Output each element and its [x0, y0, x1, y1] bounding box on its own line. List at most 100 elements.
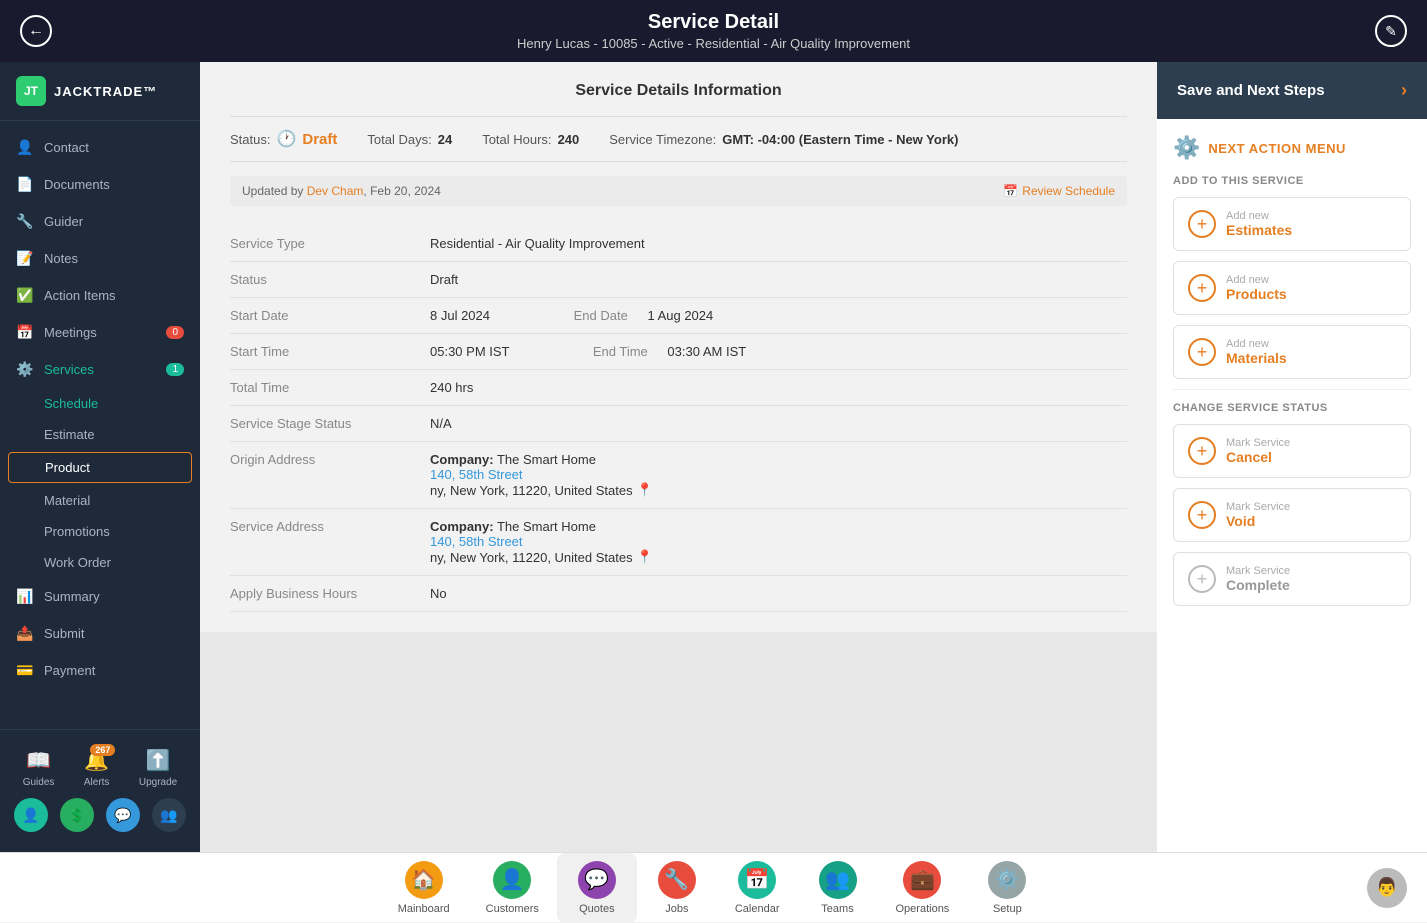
- sidebar-item-services[interactable]: ⚙️ Services 1: [0, 351, 200, 388]
- next-action-section: ⚙️ NEXT ACTION MENU ADD TO THIS SERVICE …: [1157, 119, 1427, 632]
- detail-row-service-type: Service Type Residential - Air Quality I…: [230, 226, 1127, 262]
- mark-complete-name: Complete: [1226, 577, 1290, 593]
- upgrade-icon: ⬆️: [146, 748, 171, 773]
- add-products-card[interactable]: + Add new Products: [1173, 261, 1411, 315]
- payment-icon: 💳: [16, 662, 34, 679]
- tab-jobs[interactable]: 🔧 Jobs: [637, 853, 717, 923]
- save-next-button[interactable]: Save and Next Steps ›: [1157, 62, 1427, 119]
- add-to-service-label: ADD TO THIS SERVICE: [1173, 175, 1411, 187]
- next-action-header: ⚙️ NEXT ACTION MENU: [1173, 135, 1411, 161]
- origin-street: 140, 58th Street: [430, 467, 1127, 482]
- change-status-label: CHANGE SERVICE STATUS: [1173, 402, 1411, 414]
- mark-void-card[interactable]: + Mark Service Void: [1173, 488, 1411, 542]
- chevron-right-icon: ›: [1401, 80, 1407, 101]
- detail-row-service-address: Service Address Company: The Smart Home …: [230, 509, 1127, 576]
- updated-by-link[interactable]: Dev Cham: [307, 184, 364, 198]
- svc-company-name: The Smart Home: [497, 519, 596, 534]
- sidebar-item-contact[interactable]: 👤 Contact: [0, 129, 200, 166]
- sidebar-item-action-items[interactable]: ✅ Action Items: [0, 277, 200, 314]
- sidebar: JT JACKTRADE™ 👤 Contact 📄 Documents 🔧 Gu…: [0, 62, 200, 852]
- mark-complete-plus-icon: +: [1188, 565, 1216, 593]
- calendar-icon-wrap: 📅: [738, 861, 776, 899]
- add-materials-name: Materials: [1226, 350, 1287, 366]
- sidebar-logo: JT JACKTRADE™: [0, 62, 200, 121]
- avatar-chat[interactable]: 💬: [106, 798, 140, 832]
- services-badge: 1: [166, 363, 184, 376]
- logo-text: JACKTRADE™: [54, 84, 157, 99]
- tab-mainboard[interactable]: 🏠 Mainboard: [380, 853, 468, 923]
- status-item-hours: Total Hours: 240: [482, 132, 579, 147]
- tab-setup[interactable]: ⚙️ Setup: [967, 853, 1047, 923]
- end-time-value: 03:30 AM IST: [667, 344, 746, 359]
- sidebar-item-meetings[interactable]: 📅 Meetings 0: [0, 314, 200, 351]
- sidebar-sub-work-order[interactable]: Work Order: [0, 547, 200, 578]
- footer-upgrade[interactable]: ⬆️ Upgrade: [139, 748, 177, 788]
- operations-icon-wrap: 💼: [903, 861, 941, 899]
- tab-customers[interactable]: 👤 Customers: [468, 853, 557, 923]
- svc-map-pin: 📍: [637, 549, 653, 565]
- add-estimates-name: Estimates: [1226, 222, 1292, 238]
- quotes-icon-wrap: 💬: [578, 861, 616, 899]
- origin-company-label: Company:: [430, 452, 494, 467]
- page-title-block: Service Detail Henry Lucas - 10085 - Act…: [517, 11, 910, 51]
- sidebar-item-documents[interactable]: 📄 Documents: [0, 166, 200, 203]
- mark-void-plus-icon: +: [1188, 501, 1216, 529]
- sidebar-item-submit[interactable]: 📤 Submit: [0, 615, 200, 652]
- avatar-dollar[interactable]: 💲: [60, 798, 94, 832]
- sidebar-sub-promotions[interactable]: Promotions: [0, 516, 200, 547]
- add-estimates-card[interactable]: + Add new Estimates: [1173, 197, 1411, 251]
- status-value: Draft: [302, 131, 337, 148]
- sidebar-sub-schedule[interactable]: Schedule: [0, 388, 200, 419]
- card-title: Service Details Information: [230, 82, 1127, 100]
- svc-street: 140, 58th Street: [430, 534, 1127, 549]
- meetings-badge: 0: [166, 326, 184, 339]
- guides-icon: 📖: [26, 748, 51, 773]
- sidebar-item-guider[interactable]: 🔧 Guider: [0, 203, 200, 240]
- add-estimates-label: Add new: [1226, 210, 1292, 222]
- total-hours-value: 240: [558, 132, 580, 147]
- user-avatar[interactable]: 👨: [1367, 868, 1407, 908]
- review-schedule-link[interactable]: 📅 Review Schedule: [1003, 184, 1115, 198]
- submit-icon: 📤: [16, 625, 34, 642]
- mark-cancel-label: Mark Service: [1226, 437, 1290, 449]
- tab-operations[interactable]: 💼 Operations: [878, 853, 968, 923]
- sidebar-item-summary[interactable]: 📊 Summary: [0, 578, 200, 615]
- sidebar-item-payment[interactable]: 💳 Payment: [0, 652, 200, 689]
- stage-status-value: N/A: [430, 416, 1127, 431]
- sidebar-bottom: 📖 Guides 🔔 267 Alerts ⬆️ Upgrade 👤 💲 💬 👥: [0, 729, 200, 852]
- mark-void-label: Mark Service: [1226, 501, 1290, 513]
- add-estimates-plus-icon: +: [1188, 210, 1216, 238]
- edit-button[interactable]: ✎: [1375, 15, 1407, 47]
- avatar-group[interactable]: 👥: [152, 798, 186, 832]
- footer-guides[interactable]: 📖 Guides: [23, 748, 55, 788]
- add-materials-card[interactable]: + Add new Materials: [1173, 325, 1411, 379]
- back-button[interactable]: ←: [20, 15, 52, 47]
- tab-quotes[interactable]: 💬 Quotes: [557, 853, 637, 923]
- detail-row-business-hours: Apply Business Hours No: [230, 576, 1127, 612]
- content-area: Service Details Information Status: 🕐 Dr…: [200, 62, 1157, 852]
- footer-alerts[interactable]: 🔔 267 Alerts: [84, 748, 110, 788]
- status-field-value: Draft: [430, 272, 1127, 287]
- tab-calendar[interactable]: 📅 Calendar: [717, 853, 798, 923]
- mark-cancel-card[interactable]: + Mark Service Cancel: [1173, 424, 1411, 478]
- add-materials-plus-icon: +: [1188, 338, 1216, 366]
- sidebar-sub-material[interactable]: Material: [0, 485, 200, 516]
- sidebar-sub-estimate[interactable]: Estimate: [0, 419, 200, 450]
- mark-complete-card[interactable]: + Mark Service Complete: [1173, 552, 1411, 606]
- tab-teams[interactable]: 👥 Teams: [798, 853, 878, 923]
- business-hours-value: No: [430, 586, 1127, 601]
- mark-cancel-name: Cancel: [1226, 449, 1290, 465]
- avatar-person[interactable]: 👤: [14, 798, 48, 832]
- start-time-value: 05:30 PM IST: [430, 344, 509, 359]
- origin-company-name: The Smart Home: [497, 452, 596, 467]
- updated-bar: Updated by Dev Cham, Feb 20, 2024 📅 Revi…: [230, 176, 1127, 206]
- next-action-title: NEXT ACTION MENU: [1208, 141, 1346, 156]
- sidebar-item-notes[interactable]: 📝 Notes: [0, 240, 200, 277]
- main-layout: JT JACKTRADE™ 👤 Contact 📄 Documents 🔧 Gu…: [0, 62, 1427, 852]
- right-panel: Save and Next Steps › ⚙️ NEXT ACTION MEN…: [1157, 62, 1427, 852]
- status-clock-icon: 🕐: [276, 129, 296, 149]
- sidebar-sub-product[interactable]: Product: [8, 452, 192, 483]
- add-products-label: Add new: [1226, 274, 1287, 286]
- timezone-value: GMT: -04:00 (Eastern Time - New York): [722, 132, 958, 147]
- page-title: Service Detail: [517, 11, 910, 34]
